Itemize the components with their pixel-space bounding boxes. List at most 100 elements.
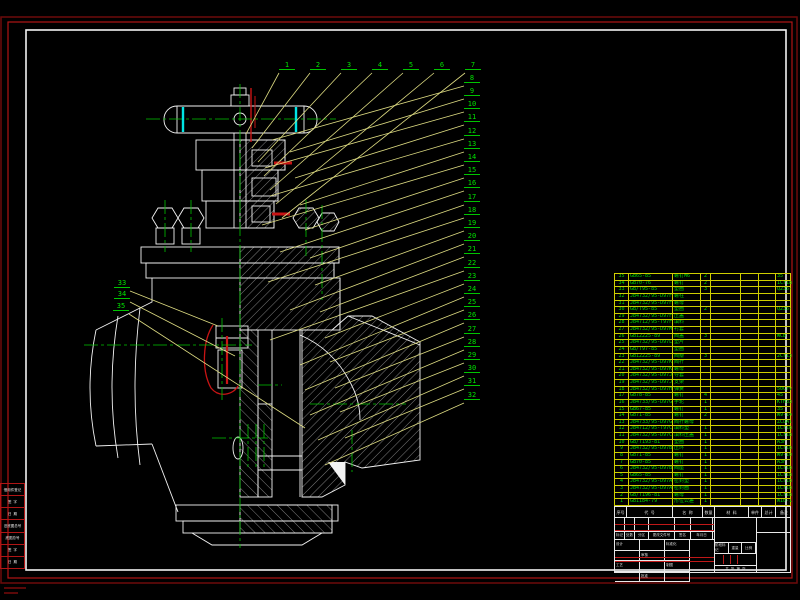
- bom-cell: [759, 367, 776, 373]
- bom-cell: [711, 301, 741, 307]
- bom-cell: [759, 327, 776, 333]
- bom-cell: GB/T97-85: [629, 347, 673, 353]
- bom-cell: [759, 479, 776, 485]
- bom-cell: [711, 473, 741, 479]
- bom-cell: [711, 314, 741, 320]
- bom-cell: [741, 433, 759, 439]
- bom-cell: 1: [701, 426, 711, 432]
- bom-cell: 阀瓣: [673, 354, 701, 360]
- bom-cell: [711, 287, 741, 293]
- signature-cell: [615, 551, 640, 562]
- bom-cell: [741, 380, 759, 386]
- bom-cell: [711, 486, 741, 492]
- bom-cell: 15: [615, 407, 629, 413]
- bom-cell: [711, 373, 741, 379]
- bom-cell: 填料压盖: [673, 433, 701, 439]
- bom-cell: [741, 314, 759, 320]
- left-table-row: 签 字: [1, 545, 24, 557]
- bom-cell: [701, 360, 711, 366]
- bom-header-cell: 备注: [776, 507, 792, 517]
- bom-cell: 螺钉: [673, 407, 701, 413]
- bom-cell: 35: [776, 274, 792, 280]
- bom-cell: [711, 426, 741, 432]
- bom-cell: [759, 387, 776, 393]
- bom-cell: 2: [701, 281, 711, 287]
- bom-cell: 8: [615, 453, 629, 459]
- bom-cell: [759, 493, 776, 499]
- bom-cell: [701, 373, 711, 379]
- bom-cell: [701, 301, 711, 307]
- left-table-row: 借用件登记: [1, 484, 24, 496]
- signature-cell: [640, 540, 665, 551]
- bom-cell: [759, 433, 776, 439]
- bom-cell: 12: [615, 426, 629, 432]
- signature-cell: 设计: [615, 540, 640, 551]
- bom-cell: [711, 281, 741, 287]
- bom-cell: [776, 360, 792, 366]
- bom-cell: GB/T193-81: [629, 440, 673, 446]
- bom-cell: 1: [701, 493, 711, 499]
- bom-cell: 1Cr18Ni9Ti: [776, 281, 792, 287]
- callout-label-6: 6: [434, 62, 450, 70]
- revision-label: 分区: [635, 532, 649, 539]
- bom-cell: 衬套: [673, 327, 701, 333]
- bom-cell: 2Cr13: [776, 354, 792, 360]
- bom-cell: [776, 294, 792, 300]
- callout-label-21: 21: [464, 246, 480, 254]
- bom-cell: 45: [776, 393, 792, 399]
- bom-cell: JB4733/95-D97G2: [629, 420, 673, 426]
- bom-cell: [711, 340, 741, 346]
- bom-header-cell: 单件: [749, 507, 762, 517]
- bom-cell: [741, 460, 759, 466]
- company-cell: [757, 533, 790, 573]
- bom-cell: WCB: [776, 334, 792, 340]
- bom-row-26: 26GB12225-89阀盖3WCB: [615, 334, 790, 341]
- bom-cell: [759, 400, 776, 406]
- bom-cell: [759, 453, 776, 459]
- cad-canvas[interactable]: 1234567891011121314151617181920212223242…: [0, 0, 800, 600]
- callout-label-18: 18: [464, 207, 480, 215]
- callout-label-35: 35: [113, 303, 129, 311]
- bom-cell: [711, 347, 741, 353]
- drawing-number-block: [757, 518, 790, 573]
- leader-line-5: [270, 73, 403, 190]
- callout-label-27: 27: [464, 326, 480, 334]
- bom-cell: [741, 281, 759, 287]
- bom-cell: KTH330-08: [776, 400, 792, 406]
- bom-cell: [741, 493, 759, 499]
- bom-cell: [759, 301, 776, 307]
- bom-cell: [711, 320, 741, 326]
- bom-cell: 29: [615, 314, 629, 320]
- bom-cell: [741, 387, 759, 393]
- callout-label-16: 16: [464, 180, 480, 188]
- bom-cell: 填料垫: [673, 426, 701, 432]
- bom-cell: [741, 294, 759, 300]
- bom-row-13: 13JB4733/95-D97G2阀杆螺母ZCuAl10Fe3: [615, 420, 790, 427]
- bom-cell: JB4732/95-D97L2: [629, 340, 673, 346]
- bom-cell: JB4732/95-D97A2: [629, 486, 673, 492]
- bom-cell: JB4732/95-D97A4: [629, 479, 673, 485]
- bom-cell: 30: [615, 307, 629, 313]
- bom-header-cell: 总计: [762, 507, 776, 517]
- bom-cell: [759, 334, 776, 340]
- callout-label-13: 13: [464, 141, 480, 149]
- bom-cell: [741, 479, 759, 485]
- bom-cell: [711, 420, 741, 426]
- bom-header-cell: 序号: [615, 507, 627, 517]
- bom-cell: [759, 294, 776, 300]
- bom-row-1: 1GB1184-79形位公差1W10-1: [615, 499, 790, 505]
- bom-row-2: 2GB/T196-81螺母11Cr18Ni9Ti: [615, 493, 790, 500]
- bom-cell: [759, 347, 776, 353]
- bom-cell: [741, 473, 759, 479]
- bom-cell: 1: [701, 479, 711, 485]
- bom-cell: 1: [701, 460, 711, 466]
- bom-cell: 螺钉: [673, 453, 701, 459]
- bom-cell: 33: [615, 287, 629, 293]
- bom-row-19: 19JB4732/95-D97J8支架: [615, 380, 790, 387]
- signature-cell: [665, 572, 690, 583]
- bom-cell: JB4733/95-D97G6: [629, 400, 673, 406]
- bom-cell: 垫圈: [673, 307, 701, 313]
- bom-cell: 螺钉: [673, 413, 701, 419]
- bom-cell: GB/T95-85: [629, 287, 673, 293]
- bom-row-32: 32JB4732/95-D97F1螺柱: [615, 294, 790, 301]
